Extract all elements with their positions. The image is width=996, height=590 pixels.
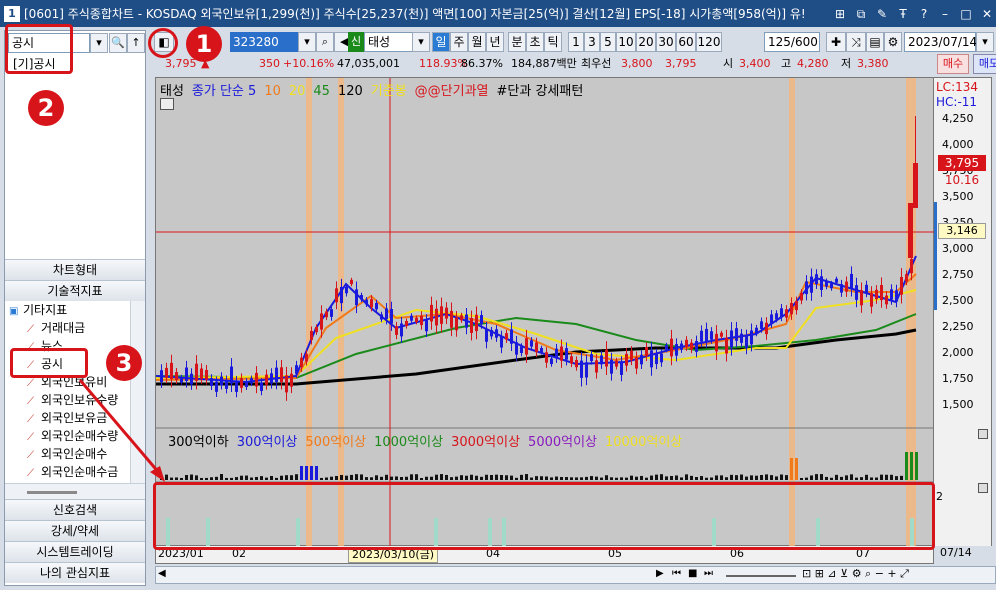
annotation-arrow [78,379,165,482]
